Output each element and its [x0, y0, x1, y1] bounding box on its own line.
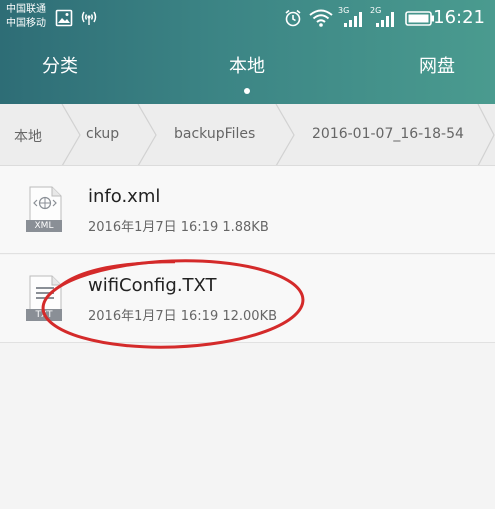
breadcrumb-item-current[interactable]: 2016-01-07_16-18-54	[312, 126, 464, 142]
battery-icon	[405, 11, 434, 26]
chevron-right-icon	[275, 104, 295, 165]
status-bar: 中国联通 中国移动 3G 2G 16:21	[0, 0, 495, 36]
hotspot-icon	[81, 11, 97, 25]
file-type-label: XML	[26, 220, 62, 232]
file-meta: 2016年1月7日 16:19 1.88KB	[88, 220, 269, 235]
file-row-wificonfig-txt[interactable]: TXT wifiConfig.TXT 2016年1月7日 16:19 12.00…	[0, 255, 495, 343]
carrier-info: 中国联通 中国移动	[6, 3, 46, 31]
file-meta: 2016年1月7日 16:19 12.00KB	[88, 309, 278, 324]
carrier-1: 中国联通	[6, 4, 46, 15]
chevron-right-icon	[477, 104, 495, 165]
signal-icon-2	[376, 12, 394, 27]
file-name: wifiConfig.TXT	[88, 275, 217, 296]
tab-category[interactable]: 分类	[42, 52, 78, 78]
xml-file-icon: XML	[26, 186, 62, 232]
status-time: 16:21	[433, 7, 485, 28]
chevron-right-icon	[137, 104, 157, 165]
signal-icon	[344, 12, 362, 27]
file-type-label: TXT	[26, 309, 62, 321]
txt-file-icon: TXT	[26, 275, 62, 321]
breadcrumb-item-local[interactable]: 本地	[14, 126, 42, 146]
breadcrumb-item-backup[interactable]: ckup	[86, 126, 119, 142]
tab-bar: 分类 本地 网盘	[0, 52, 495, 94]
app-header: 中国联通 中国移动 3G 2G 16:21 分类 本地 网盘	[0, 0, 495, 104]
file-name: info.xml	[88, 186, 161, 207]
active-tab-indicator	[244, 88, 250, 94]
chevron-right-icon	[61, 104, 81, 165]
file-row-info-xml[interactable]: XML info.xml 2016年1月7日 16:19 1.88KB	[0, 166, 495, 254]
image-icon	[55, 9, 73, 27]
wifi-icon	[309, 9, 333, 27]
breadcrumb-item-backupfiles[interactable]: backupFiles	[174, 126, 255, 142]
carrier-2: 中国移动	[6, 18, 46, 29]
tab-local[interactable]: 本地	[229, 52, 265, 78]
breadcrumb: 本地 ckup backupFiles 2016-01-07_16-18-54	[0, 104, 495, 166]
alarm-icon	[285, 9, 301, 27]
tab-cloud[interactable]: 网盘	[419, 52, 455, 78]
